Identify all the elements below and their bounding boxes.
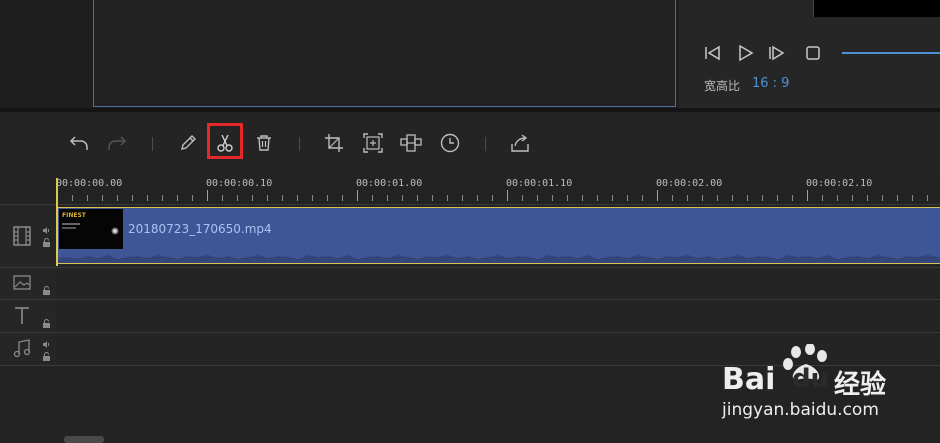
edit-button[interactable] bbox=[175, 130, 201, 156]
lock-icon[interactable] bbox=[42, 352, 51, 361]
ruler-label: 00:00:00.00 bbox=[56, 178, 123, 189]
ruler-major-tick bbox=[507, 190, 508, 201]
playback-progress-bar[interactable] bbox=[842, 52, 940, 54]
undo-icon bbox=[69, 136, 88, 150]
clip-filename: 20180723_170650.mp4 bbox=[128, 222, 272, 236]
ruler-major-tick bbox=[207, 190, 208, 201]
ruler-label: 00:00:01.00 bbox=[356, 178, 423, 189]
toolbar-separator bbox=[152, 137, 153, 151]
text-icon bbox=[12, 305, 32, 327]
lock-icon[interactable] bbox=[42, 238, 51, 247]
crop-icon bbox=[325, 134, 343, 152]
zoom-frame-icon bbox=[363, 133, 383, 153]
playhead[interactable] bbox=[56, 178, 58, 266]
trash-icon bbox=[257, 135, 271, 151]
ruler-label: 00:00:02.00 bbox=[656, 178, 723, 189]
crop-button[interactable] bbox=[321, 130, 347, 156]
delete-button[interactable] bbox=[251, 130, 277, 156]
image-icon bbox=[12, 274, 32, 292]
ruler-major-tick bbox=[357, 190, 358, 201]
image-track bbox=[0, 268, 940, 300]
next-frame-button[interactable] bbox=[766, 42, 788, 64]
clip-thumb-text: FINEST bbox=[62, 212, 86, 219]
duration-button[interactable] bbox=[437, 130, 463, 156]
ruler-major-tick bbox=[807, 190, 808, 201]
export-button[interactable] bbox=[507, 130, 533, 156]
zoom-button[interactable] bbox=[360, 130, 386, 156]
pencil-icon bbox=[181, 135, 196, 150]
music-note-icon bbox=[12, 338, 32, 360]
preview-canvas[interactable] bbox=[93, 0, 676, 107]
text-track bbox=[0, 300, 940, 333]
video-clip[interactable]: FINEST 20180723_170650.mp4 bbox=[57, 207, 940, 264]
play-icon bbox=[739, 44, 754, 62]
clock-icon bbox=[440, 133, 460, 153]
ruler-major-tick bbox=[657, 190, 658, 201]
ruler-label: 00:00:02.10 bbox=[806, 178, 873, 189]
stop-icon bbox=[806, 46, 820, 60]
horizontal-scrollbar[interactable] bbox=[64, 436, 104, 443]
toolbar-separator bbox=[485, 137, 486, 151]
undo-button[interactable] bbox=[66, 130, 92, 156]
edit-toolbar bbox=[0, 112, 940, 174]
baidu-jingyan-watermark: Bai du 经验 jingyan.baidu.com bbox=[722, 342, 937, 426]
prev-frame-button[interactable] bbox=[702, 42, 724, 64]
ruler-label: 00:00:00.10 bbox=[206, 178, 273, 189]
toolbar-separator bbox=[299, 137, 300, 151]
speaker-icon[interactable] bbox=[42, 226, 51, 235]
share-export-icon bbox=[511, 134, 529, 152]
film-icon bbox=[12, 225, 32, 247]
aspect-ratio-label: 宽高比 bbox=[704, 79, 741, 93]
lock-icon[interactable] bbox=[42, 286, 51, 295]
redo-icon bbox=[108, 136, 127, 150]
speaker-icon[interactable] bbox=[42, 340, 51, 349]
mosaic-icon bbox=[400, 134, 422, 152]
watermark-brand-cn: 经验 bbox=[834, 370, 887, 400]
timeline-ruler[interactable]: 00:00:00.00 00:00:00.10 00:00:01.00 00:0… bbox=[0, 174, 940, 205]
prev-frame-icon bbox=[705, 45, 720, 61]
lock-icon[interactable] bbox=[42, 319, 51, 328]
clip-thumbnail: FINEST bbox=[59, 209, 123, 249]
redo-button[interactable] bbox=[104, 130, 130, 156]
watermark-brand: Bai bbox=[722, 362, 776, 397]
stop-button[interactable] bbox=[802, 42, 824, 64]
play-button[interactable] bbox=[734, 42, 756, 64]
watermark-brand-du: du bbox=[792, 364, 830, 394]
mosaic-button[interactable] bbox=[398, 130, 424, 156]
ruler-label: 00:00:01.10 bbox=[506, 178, 573, 189]
watermark-url: jingyan.baidu.com bbox=[722, 400, 879, 420]
cut-button-highlight bbox=[207, 123, 243, 159]
aspect-ratio-value[interactable]: 16 : 9 bbox=[752, 76, 789, 91]
audio-waveform bbox=[58, 255, 940, 263]
next-frame-icon bbox=[769, 45, 785, 61]
video-preview-thumbnail bbox=[813, 0, 940, 17]
